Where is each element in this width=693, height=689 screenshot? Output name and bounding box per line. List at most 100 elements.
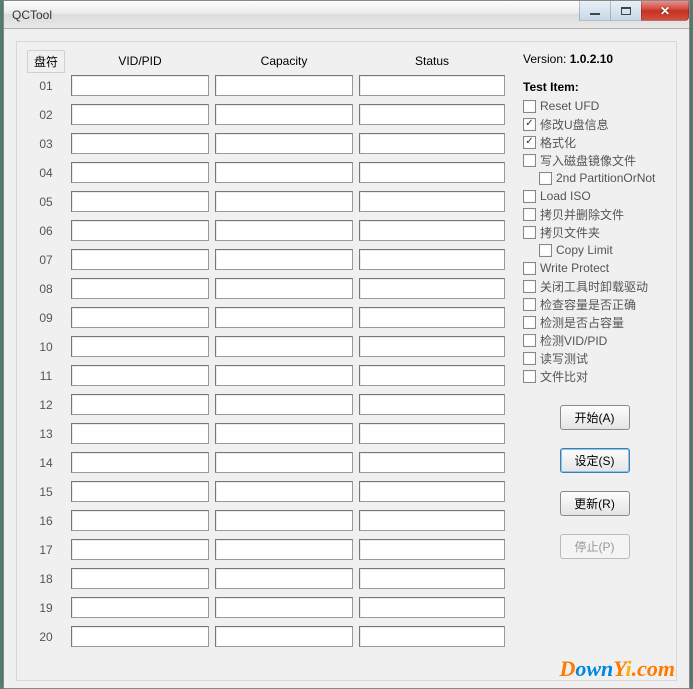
checkbox[interactable] [523,334,536,347]
checkbox[interactable] [523,370,536,383]
maximize-button[interactable] [610,1,642,21]
cell-vidpid[interactable] [71,365,209,386]
checkbox[interactable] [523,316,536,329]
check-item: 2nd PartitionOrNot [523,169,666,187]
cell-capacity[interactable] [215,104,353,125]
cell-vidpid[interactable] [71,626,209,647]
cell-capacity[interactable] [215,539,353,560]
header-capacity: Capacity [215,54,353,68]
row-number: 03 [27,137,65,151]
cell-capacity[interactable] [215,626,353,647]
refresh-button[interactable]: 更新(R) [560,491,630,516]
cell-status[interactable] [359,278,505,299]
checkbox[interactable] [539,172,552,185]
check-item: 检查容量是否正确 [523,295,666,313]
cell-capacity[interactable] [215,75,353,96]
cell-status[interactable] [359,162,505,183]
checkbox[interactable]: ✓ [523,118,536,131]
cell-vidpid[interactable] [71,597,209,618]
checkbox[interactable] [523,100,536,113]
settings-button[interactable]: 设定(S) [560,448,630,473]
cell-vidpid[interactable] [71,133,209,154]
checkbox-label: 写入磁盘镜像文件 [540,152,636,169]
cell-vidpid[interactable] [71,481,209,502]
checkbox[interactable] [523,262,536,275]
cell-vidpid[interactable] [71,162,209,183]
cell-status[interactable] [359,249,505,270]
minimize-button[interactable] [579,1,611,21]
cell-status[interactable] [359,307,505,328]
cell-capacity[interactable] [215,365,353,386]
cell-vidpid[interactable] [71,452,209,473]
cell-capacity[interactable] [215,423,353,444]
cell-status[interactable] [359,510,505,531]
checkbox[interactable] [539,244,552,257]
cell-status[interactable] [359,423,505,444]
cell-vidpid[interactable] [71,191,209,212]
client-area: 盘符 VID/PID Capacity Status 0102030405060… [4,29,689,688]
cell-status[interactable] [359,394,505,415]
cell-status[interactable] [359,191,505,212]
cell-status[interactable] [359,220,505,241]
cell-status[interactable] [359,365,505,386]
cell-status[interactable] [359,133,505,154]
checkbox-label: 修改U盘信息 [540,116,609,133]
cell-capacity[interactable] [215,452,353,473]
checkbox[interactable] [523,352,536,365]
cell-capacity[interactable] [215,568,353,589]
watermark-d: D [559,656,575,681]
cell-status[interactable] [359,336,505,357]
checkbox[interactable] [523,280,536,293]
cell-capacity[interactable] [215,278,353,299]
cell-status[interactable] [359,539,505,560]
checkbox[interactable] [523,226,536,239]
cell-vidpid[interactable] [71,220,209,241]
cell-status[interactable] [359,626,505,647]
close-button[interactable]: ✕ [641,1,689,21]
header-drive[interactable]: 盘符 [27,50,65,73]
cell-vidpid[interactable] [71,394,209,415]
cell-capacity[interactable] [215,481,353,502]
cell-vidpid[interactable] [71,510,209,531]
stop-button[interactable]: 停止(P) [560,534,630,559]
cell-vidpid[interactable] [71,249,209,270]
titlebar[interactable]: QCTool ✕ [4,1,689,29]
checkbox[interactable] [523,154,536,167]
watermark-com: .com [632,656,675,681]
cell-capacity[interactable] [215,597,353,618]
cell-vidpid[interactable] [71,568,209,589]
cell-vidpid[interactable] [71,278,209,299]
cell-vidpid[interactable] [71,539,209,560]
cell-capacity[interactable] [215,220,353,241]
checkbox[interactable] [523,208,536,221]
cell-capacity[interactable] [215,307,353,328]
cell-capacity[interactable] [215,133,353,154]
cell-capacity[interactable] [215,162,353,183]
cell-capacity[interactable] [215,510,353,531]
cell-vidpid[interactable] [71,423,209,444]
table-row: 12 [27,394,505,415]
cell-status[interactable] [359,481,505,502]
row-number: 07 [27,253,65,267]
cell-status[interactable] [359,75,505,96]
cell-capacity[interactable] [215,336,353,357]
cell-vidpid[interactable] [71,336,209,357]
cell-capacity[interactable] [215,394,353,415]
check-item: 检测VID/PID [523,331,666,349]
cell-vidpid[interactable] [71,307,209,328]
cell-status[interactable] [359,597,505,618]
check-item: 文件比对 [523,367,666,385]
checkbox[interactable] [523,298,536,311]
cell-vidpid[interactable] [71,104,209,125]
cell-capacity[interactable] [215,191,353,212]
check-item: 写入磁盘镜像文件 [523,151,666,169]
checkbox[interactable]: ✓ [523,136,536,149]
cell-status[interactable] [359,104,505,125]
cell-status[interactable] [359,568,505,589]
checkbox[interactable] [523,190,536,203]
cell-vidpid[interactable] [71,75,209,96]
cell-status[interactable] [359,452,505,473]
row-number: 06 [27,224,65,238]
start-button[interactable]: 开始(A) [560,405,630,430]
cell-capacity[interactable] [215,249,353,270]
